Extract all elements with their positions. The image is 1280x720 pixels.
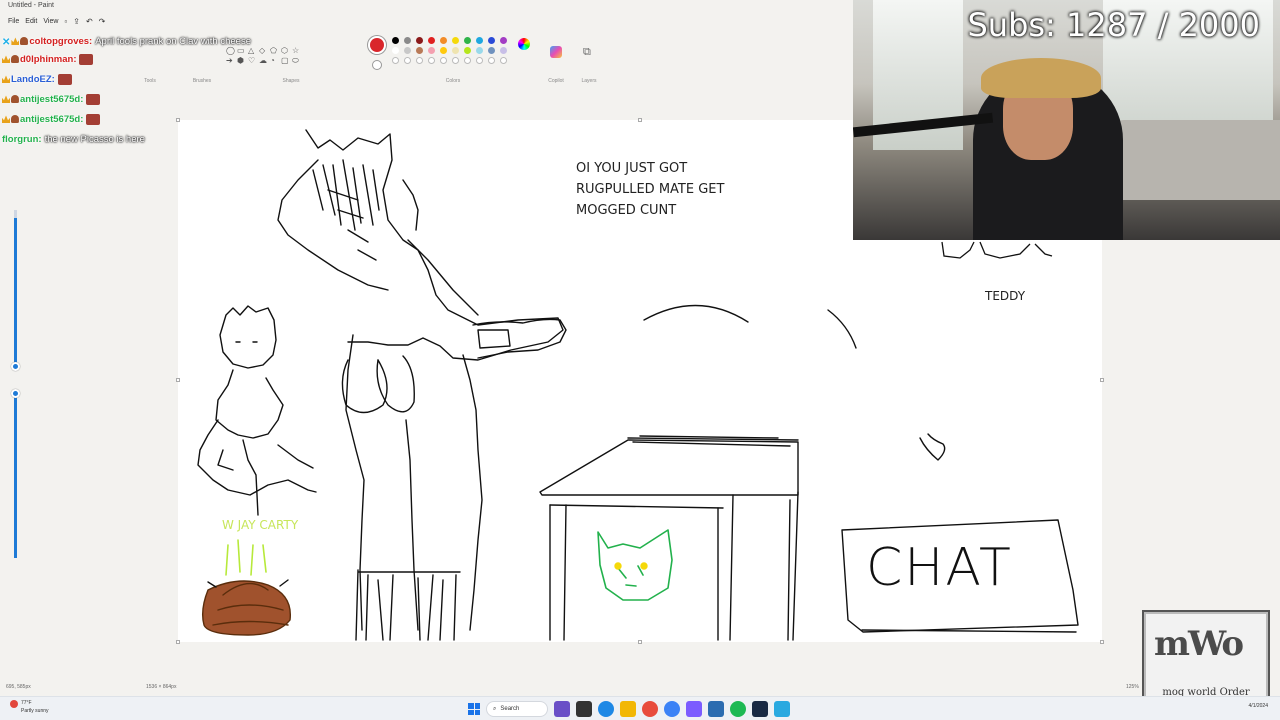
copilot-label: Copilot — [548, 78, 564, 84]
menu-bar: File Edit View ▫ ⇪ ↶ ↷ — [0, 14, 852, 28]
start-icon[interactable] — [468, 703, 480, 715]
taskbar-search[interactable]: ⌕ Search — [486, 701, 548, 717]
opacity-slider[interactable] — [11, 389, 20, 558]
file-explorer-icon[interactable] — [620, 701, 636, 717]
share-icon[interactable]: ⇪ — [73, 17, 80, 26]
chat-message: antijest5675d: — [2, 110, 302, 130]
opacity-knob[interactable] — [11, 389, 20, 398]
heart-badge-icon — [11, 95, 19, 104]
weather-widget[interactable]: 77°F Partly sunny — [10, 700, 49, 715]
redo-icon[interactable]: ↷ — [99, 17, 106, 26]
taskbar-apps: ⌕ Search — [468, 701, 790, 717]
caption-line-2: RUGPULLED MATE GET — [576, 182, 725, 197]
chat-username[interactable]: LandoEZ — [11, 74, 52, 85]
widgets-icon[interactable] — [554, 701, 570, 717]
chat-box-label: CHAT — [866, 538, 1013, 598]
cross-badge-icon: ✕ — [2, 37, 11, 49]
heart-badge-icon — [11, 55, 19, 64]
resize-handle-r[interactable] — [1100, 378, 1104, 382]
chat-emote-icon — [86, 113, 101, 125]
caption-line-3: MOGGED CUNT — [576, 203, 677, 218]
chat-message: antijest5675d: — [2, 90, 302, 110]
taskbar: 77°F Partly sunny ⌕ Search 4/1/2024 — [0, 696, 1280, 720]
chat-username[interactable]: coltopgroves — [29, 36, 89, 47]
weather-desc: Partly sunny — [21, 708, 49, 714]
cowboy-hat — [981, 58, 1101, 98]
heart-badge-icon — [11, 115, 19, 124]
subs-counter: Subs: 1287 / 2000 — [967, 6, 1260, 44]
canvas-size: 1536 × 864px — [146, 684, 177, 690]
calculator-icon[interactable] — [708, 701, 724, 717]
resize-handle-br[interactable] — [1100, 640, 1104, 644]
colors-group: Colors — [370, 30, 536, 84]
spotify-icon[interactable] — [730, 701, 746, 717]
discord-icon[interactable] — [686, 701, 702, 717]
crown-badge-icon — [2, 95, 10, 104]
chat-message: d0lphinman: — [2, 50, 302, 70]
teddy-label: TEDDY — [985, 289, 1026, 303]
chat-message: ✕ coltopgroves: April fools prank on Clav … — [2, 36, 251, 49]
chat-username[interactable]: florgrun — [2, 134, 38, 145]
taskbar-date[interactable]: 4/1/2024 — [1249, 703, 1268, 709]
window-title: Untitled - Paint — [8, 2, 54, 9]
app-icon-red[interactable] — [642, 701, 658, 717]
browser-icon[interactable] — [664, 701, 680, 717]
chat-emote-icon — [79, 53, 94, 65]
carty-label: W JAY CARTY — [222, 518, 299, 532]
cursor-position: 695, 585px — [6, 684, 31, 690]
crown-badge-icon — [11, 37, 20, 46]
menu-view[interactable]: View — [43, 18, 58, 25]
crown-badge-icon — [2, 55, 10, 64]
crown-badge-icon — [2, 75, 10, 84]
resize-handle-b[interactable] — [638, 640, 642, 644]
status-bar: 695, 585px 1536 × 864px 125% — [0, 680, 1280, 694]
chat-message: LandoEZ: — [2, 70, 302, 90]
chat-message: florgrun: the new Picasso is here — [2, 134, 145, 145]
resize-handle-bl[interactable] — [176, 640, 180, 644]
chat-text: the new Picasso is here — [44, 134, 145, 145]
task-view-icon[interactable] — [576, 701, 592, 717]
chat-username[interactable]: antijest5675d — [20, 94, 80, 105]
crown-badge-icon — [2, 115, 10, 124]
stream-chat: ✕ coltopgroves: April fools prank on Clav … — [2, 36, 302, 150]
chat-username[interactable]: antijest5675d — [20, 114, 80, 125]
heart-badge-icon — [20, 37, 29, 46]
paint-icon[interactable] — [774, 701, 790, 717]
steam-icon[interactable] — [752, 701, 768, 717]
weather-icon — [10, 700, 18, 708]
chrome-icon[interactable] — [598, 701, 614, 717]
canvas-caption: OI YOU JUST GOT RUGPULLED MATE GET MOGGE… — [576, 158, 724, 221]
chat-text: April fools prank on Clav with cheese — [95, 36, 251, 47]
chat-emote-icon — [86, 93, 101, 105]
logo-mark: mWo — [1154, 624, 1244, 664]
brush-size-knob[interactable] — [11, 362, 20, 371]
resize-handle-l[interactable] — [176, 378, 180, 382]
save-icon[interactable]: ▫ — [64, 17, 67, 26]
copilot-group: Copilot — [540, 30, 572, 84]
webcam-overlay: Subs: 1287 / 2000 — [853, 0, 1280, 240]
layers-group: Layers — [574, 30, 604, 84]
menu-file[interactable]: File — [8, 18, 19, 25]
chat-emote-icon — [57, 73, 72, 85]
chat-username[interactable]: d0lphinman — [20, 54, 73, 65]
caption-line-1: OI YOU JUST GOT — [576, 161, 688, 176]
zoom-level[interactable]: 125% — [1126, 684, 1139, 690]
undo-icon[interactable]: ↶ — [86, 17, 93, 26]
menu-edit[interactable]: Edit — [25, 18, 37, 25]
couch — [1110, 120, 1280, 200]
brush-size-slider[interactable] — [11, 210, 20, 371]
resize-handle-t[interactable] — [638, 118, 642, 122]
colors-label: Colors — [445, 78, 461, 84]
weather-temp: 77°F — [21, 700, 32, 706]
layers-label: Layers — [581, 78, 597, 84]
teddy-drawing-fragment — [941, 241, 1053, 259]
